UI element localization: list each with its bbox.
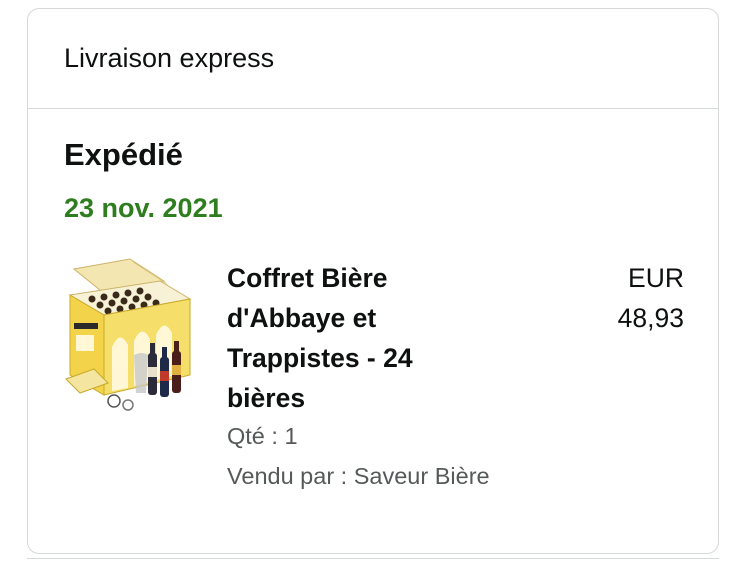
- product-quantity: Qté : 1: [227, 423, 298, 449]
- product-title[interactable]: Coffret Bière d'Abbaye et Trappistes - 2…: [227, 258, 477, 418]
- divider: [27, 558, 719, 559]
- delivery-method-label: Livraison express: [64, 43, 275, 73]
- product-price: EUR 48,93: [618, 258, 684, 338]
- price-value: 48,93: [617, 303, 684, 333]
- product-image[interactable]: [64, 255, 192, 415]
- shipment-date: 23 nov. 2021: [64, 193, 223, 223]
- price-currency: EUR: [628, 263, 684, 293]
- order-card: Livraison express Expédié 23 nov. 2021 C…: [27, 8, 719, 554]
- card-header[interactable]: Livraison express: [28, 9, 718, 109]
- beer-gift-box-icon: [65, 258, 192, 411]
- shipment-status: Expédié: [64, 137, 183, 172]
- product-seller: Vendu par : Saveur Bière: [227, 463, 490, 489]
